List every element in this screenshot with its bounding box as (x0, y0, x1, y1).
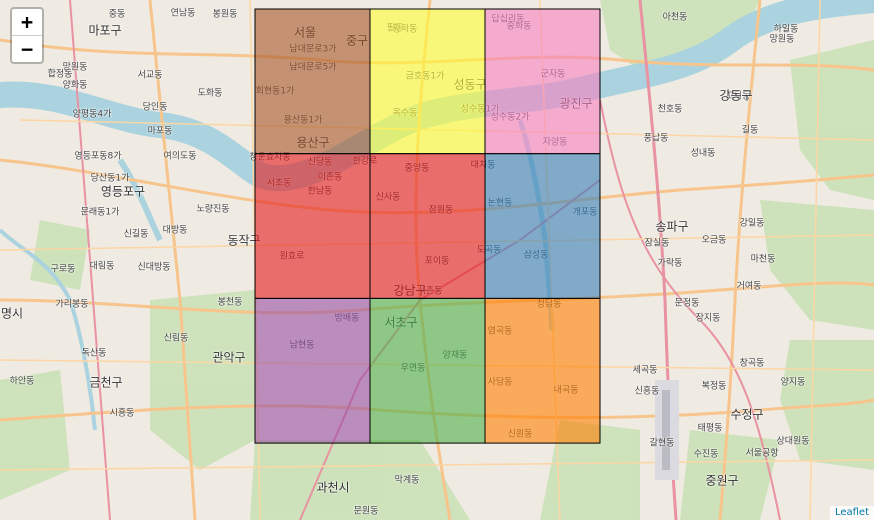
choropleth-grid[interactable] (0, 0, 874, 520)
zoom-control: + − (10, 7, 44, 64)
grid-cell-blue[interactable] (484, 153, 601, 299)
zoom-in-button[interactable]: + (12, 9, 42, 35)
attribution-link[interactable]: Leaflet (829, 506, 874, 520)
map-container[interactable]: 마포구망원동서교동연남동봉원동중동합정동양화동당인동도화동마포동서울중구남대문로… (0, 0, 874, 520)
grid-cell-red[interactable] (254, 153, 371, 299)
grid-cell-purple[interactable] (254, 297, 371, 444)
grid-cell-brown[interactable] (254, 8, 371, 155)
grid-cell-yellow[interactable] (369, 8, 486, 155)
grid-cell-green[interactable] (369, 297, 486, 444)
grid-cell-red[interactable] (369, 153, 486, 299)
grid-cell-pink[interactable] (484, 8, 601, 155)
zoom-out-button[interactable]: − (12, 35, 42, 62)
grid-cell-orange[interactable] (484, 297, 601, 444)
